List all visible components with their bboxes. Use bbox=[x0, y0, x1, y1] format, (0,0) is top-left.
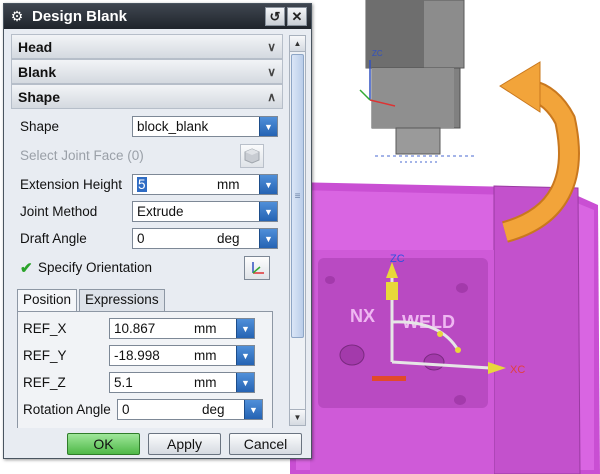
cancel-button[interactable]: Cancel bbox=[229, 433, 302, 455]
joint-method-select[interactable]: Extrude ▼ bbox=[132, 201, 278, 222]
extension-height-row: Extension Height 5 mm ▼ bbox=[11, 171, 283, 198]
ref-y-label: REF_Y bbox=[23, 348, 67, 363]
dropdown-arrow-icon[interactable]: ▼ bbox=[259, 117, 277, 136]
rotation-angle-input[interactable]: 0 bbox=[118, 402, 198, 417]
rotation-angle-unit: deg bbox=[202, 402, 225, 417]
ref-y-input[interactable]: -18.998 bbox=[110, 348, 190, 363]
ref-z-label: REF_Z bbox=[23, 375, 66, 390]
design-blank-dialog: ⚙ Design Blank ↺ ✕ Head ∨ Blank ∨ Shape … bbox=[3, 3, 312, 459]
csys-dialog-icon[interactable] bbox=[244, 255, 270, 280]
rotation-angle-label: Rotation Angle bbox=[23, 402, 111, 417]
group-blank[interactable]: Blank ∨ bbox=[11, 59, 283, 84]
extension-height-input[interactable]: 5 bbox=[133, 177, 213, 192]
joint-face-row: Select Joint Face (0) bbox=[11, 140, 283, 171]
dropdown-arrow-icon[interactable]: ▼ bbox=[259, 229, 277, 248]
shape-select-value: block_blank bbox=[137, 119, 209, 134]
chevron-down-icon: ∨ bbox=[267, 64, 276, 79]
draft-angle-label: Draft Angle bbox=[20, 231, 87, 246]
dropdown-arrow-icon[interactable]: ▼ bbox=[259, 175, 277, 194]
chevron-down-icon: ∨ bbox=[267, 39, 276, 54]
extension-height-unit: mm bbox=[217, 177, 240, 192]
zc-label: ZC bbox=[390, 253, 405, 265]
dialog-titlebar[interactable]: ⚙ Design Blank ↺ ✕ bbox=[4, 4, 311, 29]
dropdown-arrow-icon[interactable]: ▼ bbox=[236, 346, 254, 365]
punch-zc-label: ZC bbox=[372, 49, 383, 58]
punch-body bbox=[365, 0, 475, 163]
reset-button[interactable]: ↺ bbox=[265, 7, 285, 26]
rotation-angle-field[interactable]: 0 deg ▼ bbox=[117, 399, 263, 420]
extension-height-label: Extension Height bbox=[20, 177, 123, 192]
group-blank-label: Blank bbox=[18, 63, 57, 80]
dialog-title: Design Blank bbox=[32, 8, 128, 25]
shape-group-body: Shape block_blank ▼ Select Joint Face (0… bbox=[11, 109, 283, 428]
ref-z-field[interactable]: 5.1 mm ▼ bbox=[109, 372, 255, 393]
shape-select[interactable]: block_blank ▼ bbox=[132, 116, 278, 137]
group-head-label: Head bbox=[18, 38, 53, 55]
scroll-down-icon[interactable]: ▼ bbox=[290, 409, 305, 425]
shape-row: Shape block_blank ▼ bbox=[11, 113, 283, 140]
checkmark-icon: ✔ bbox=[20, 259, 33, 277]
select-face-icon[interactable] bbox=[240, 143, 264, 168]
ref-z-unit: mm bbox=[194, 375, 217, 390]
scroll-up-icon[interactable]: ▲ bbox=[290, 36, 305, 52]
dialog-scrollbar[interactable]: ▲ ≡ ▼ bbox=[289, 35, 306, 426]
ref-x-row: REF_X 10.867 mm ▼ bbox=[18, 315, 272, 342]
gear-icon[interactable]: ⚙ bbox=[8, 8, 26, 26]
ref-z-input[interactable]: 5.1 bbox=[110, 375, 190, 390]
ref-x-field[interactable]: 10.867 mm ▼ bbox=[109, 318, 255, 339]
ref-y-unit: mm bbox=[194, 348, 217, 363]
select-joint-face-label: Select Joint Face (0) bbox=[20, 148, 144, 163]
ref-y-row: REF_Y -18.998 mm ▼ bbox=[18, 342, 272, 369]
dropdown-arrow-icon[interactable]: ▼ bbox=[244, 400, 262, 419]
ref-y-field[interactable]: -18.998 mm ▼ bbox=[109, 345, 255, 366]
extension-height-field[interactable]: 5 mm ▼ bbox=[132, 174, 278, 195]
position-panel: REF_X 10.867 mm ▼ REF_Y -18.998 mm ▼ REF… bbox=[17, 311, 273, 428]
ref-x-unit: mm bbox=[194, 321, 217, 336]
specify-orientation-label: Specify Orientation bbox=[38, 260, 153, 275]
dropdown-arrow-icon[interactable]: ▼ bbox=[236, 373, 254, 392]
tab-expressions[interactable]: Expressions bbox=[79, 289, 165, 311]
dialog-footer: OK Apply Cancel bbox=[4, 430, 311, 458]
joint-method-label: Joint Method bbox=[20, 204, 98, 219]
ref-x-label: REF_X bbox=[23, 321, 67, 336]
dropdown-arrow-icon[interactable]: ▼ bbox=[236, 319, 254, 338]
dropdown-arrow-icon[interactable]: ▼ bbox=[259, 202, 277, 221]
tab-strip: Position Expressions bbox=[17, 289, 283, 311]
tab-position[interactable]: Position bbox=[17, 289, 78, 311]
ref-z-row: REF_Z 5.1 mm ▼ bbox=[18, 369, 272, 396]
dialog-content: Head ∨ Blank ∨ Shape ∧ Shape block_blank… bbox=[11, 34, 283, 428]
shape-label: Shape bbox=[20, 119, 60, 134]
scrollbar-thumb[interactable]: ≡ bbox=[291, 54, 304, 338]
ok-button[interactable]: OK bbox=[67, 433, 140, 455]
group-head[interactable]: Head ∨ bbox=[11, 34, 283, 59]
close-button[interactable]: ✕ bbox=[287, 7, 307, 26]
ref-x-input[interactable]: 10.867 bbox=[110, 321, 190, 336]
draft-angle-field[interactable]: 0 deg ▼ bbox=[132, 228, 278, 249]
apply-button[interactable]: Apply bbox=[148, 433, 221, 455]
specify-orientation-row: ✔ Specify Orientation bbox=[11, 252, 283, 283]
xc-label: XC bbox=[510, 364, 525, 376]
part-engraving-1: NX bbox=[350, 306, 375, 326]
joint-method-row: Joint Method Extrude ▼ bbox=[11, 198, 283, 225]
joint-method-value: Extrude bbox=[137, 204, 184, 219]
draft-angle-input[interactable]: 0 bbox=[133, 231, 213, 246]
draft-angle-row: Draft Angle 0 deg ▼ bbox=[11, 225, 283, 252]
rotation-angle-row: Rotation Angle 0 deg ▼ bbox=[18, 396, 272, 423]
chevron-up-icon: ∧ bbox=[267, 89, 276, 104]
draft-angle-unit: deg bbox=[217, 231, 240, 246]
group-shape[interactable]: Shape ∧ bbox=[11, 84, 283, 109]
part-body: NX WELD bbox=[290, 182, 600, 474]
group-shape-label: Shape bbox=[18, 88, 61, 105]
